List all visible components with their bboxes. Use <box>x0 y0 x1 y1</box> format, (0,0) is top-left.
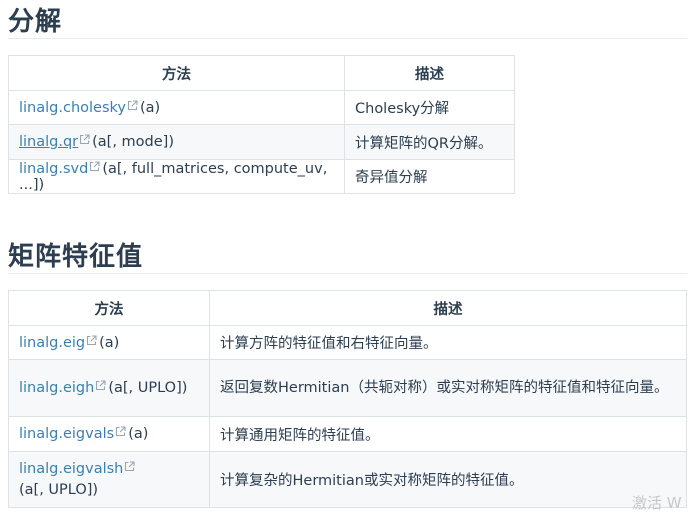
table-row: linalg.eigvalsh (a[, UPLO]) 计算复杂的Hermitia… <box>8 451 687 508</box>
link-linalg-eig[interactable]: linalg.eig <box>19 335 85 351</box>
section-divider <box>8 38 687 39</box>
method-args: (a[, UPLO]) <box>108 380 188 396</box>
method-description: 返回复数Hermitian（共轭对称）或实对称矩阵的特征值和特征向量。 <box>209 359 687 417</box>
external-link-icon <box>95 380 106 391</box>
method-description: 计算方阵的特征值和右特征向量。 <box>209 325 687 360</box>
column-header-method: 方法 <box>8 55 345 91</box>
link-linalg-qr[interactable]: linalg.qr <box>19 134 78 150</box>
external-link-icon <box>89 160 100 172</box>
decomposition-table: 方法 描述 linalg.cholesky (a) Cholesky分解 lina… <box>8 55 515 194</box>
table-row: linalg.eig (a) 计算方阵的特征值和右特征向量。 <box>8 325 687 360</box>
method-args: (a) <box>139 99 161 116</box>
table-header-row: 方法 描述 <box>8 55 515 91</box>
external-link-icon <box>124 460 135 472</box>
link-linalg-eigh[interactable]: linalg.eigh <box>19 380 94 396</box>
method-args: (a) <box>99 334 120 351</box>
method-description: Cholesky分解 <box>344 90 515 125</box>
method-description: 奇异值分解 <box>344 159 515 194</box>
external-link-icon <box>115 426 126 437</box>
table-row: linalg.qr (a[, mode]) 计算矩阵的QR分解。 <box>8 124 515 160</box>
table-row: linalg.eigvals (a) 计算通用矩阵的特征值。 <box>8 416 687 452</box>
activation-watermark: 激活 W <box>632 494 682 512</box>
external-link-icon <box>79 134 90 145</box>
method-args: (a[, mode]) <box>92 134 174 150</box>
method-description: 计算复杂的Hermitian或实对称矩阵的特征值。 <box>209 451 687 508</box>
method-args: (a[, UPLO]) <box>19 481 99 498</box>
method-description: 计算通用矩阵的特征值。 <box>209 416 687 452</box>
table-row: linalg.cholesky (a) Cholesky分解 <box>8 90 515 125</box>
link-linalg-eigvals[interactable]: linalg.eigvals <box>19 426 114 442</box>
table-header-row: 方法 描述 <box>8 290 687 326</box>
link-linalg-eigvalsh[interactable]: linalg.eigvalsh <box>19 461 123 477</box>
eigenvalues-table: 方法 描述 linalg.eig (a) 计算方阵的特征值和右特征向量。 lina… <box>8 290 687 508</box>
external-link-icon <box>86 334 97 346</box>
section-title-decomposition: 分解 <box>8 7 63 37</box>
method-description: 计算矩阵的QR分解。 <box>344 124 515 160</box>
link-linalg-cholesky[interactable]: linalg.cholesky <box>19 100 126 116</box>
column-header-description: 描述 <box>209 290 687 326</box>
column-header-description: 描述 <box>344 55 515 91</box>
external-link-icon <box>127 99 138 111</box>
section-title-eigenvalues: 矩阵特征值 <box>8 242 144 272</box>
section-divider <box>8 273 687 274</box>
column-header-method: 方法 <box>8 290 210 326</box>
link-linalg-svd[interactable]: linalg.svd <box>19 161 88 177</box>
table-row: linalg.eigh (a[, UPLO]) 返回复数Hermitian（共轭对… <box>8 359 687 417</box>
table-row: linalg.svd (a[, full_matrices, compute_uv… <box>8 159 515 194</box>
method-args: (a) <box>128 426 149 442</box>
